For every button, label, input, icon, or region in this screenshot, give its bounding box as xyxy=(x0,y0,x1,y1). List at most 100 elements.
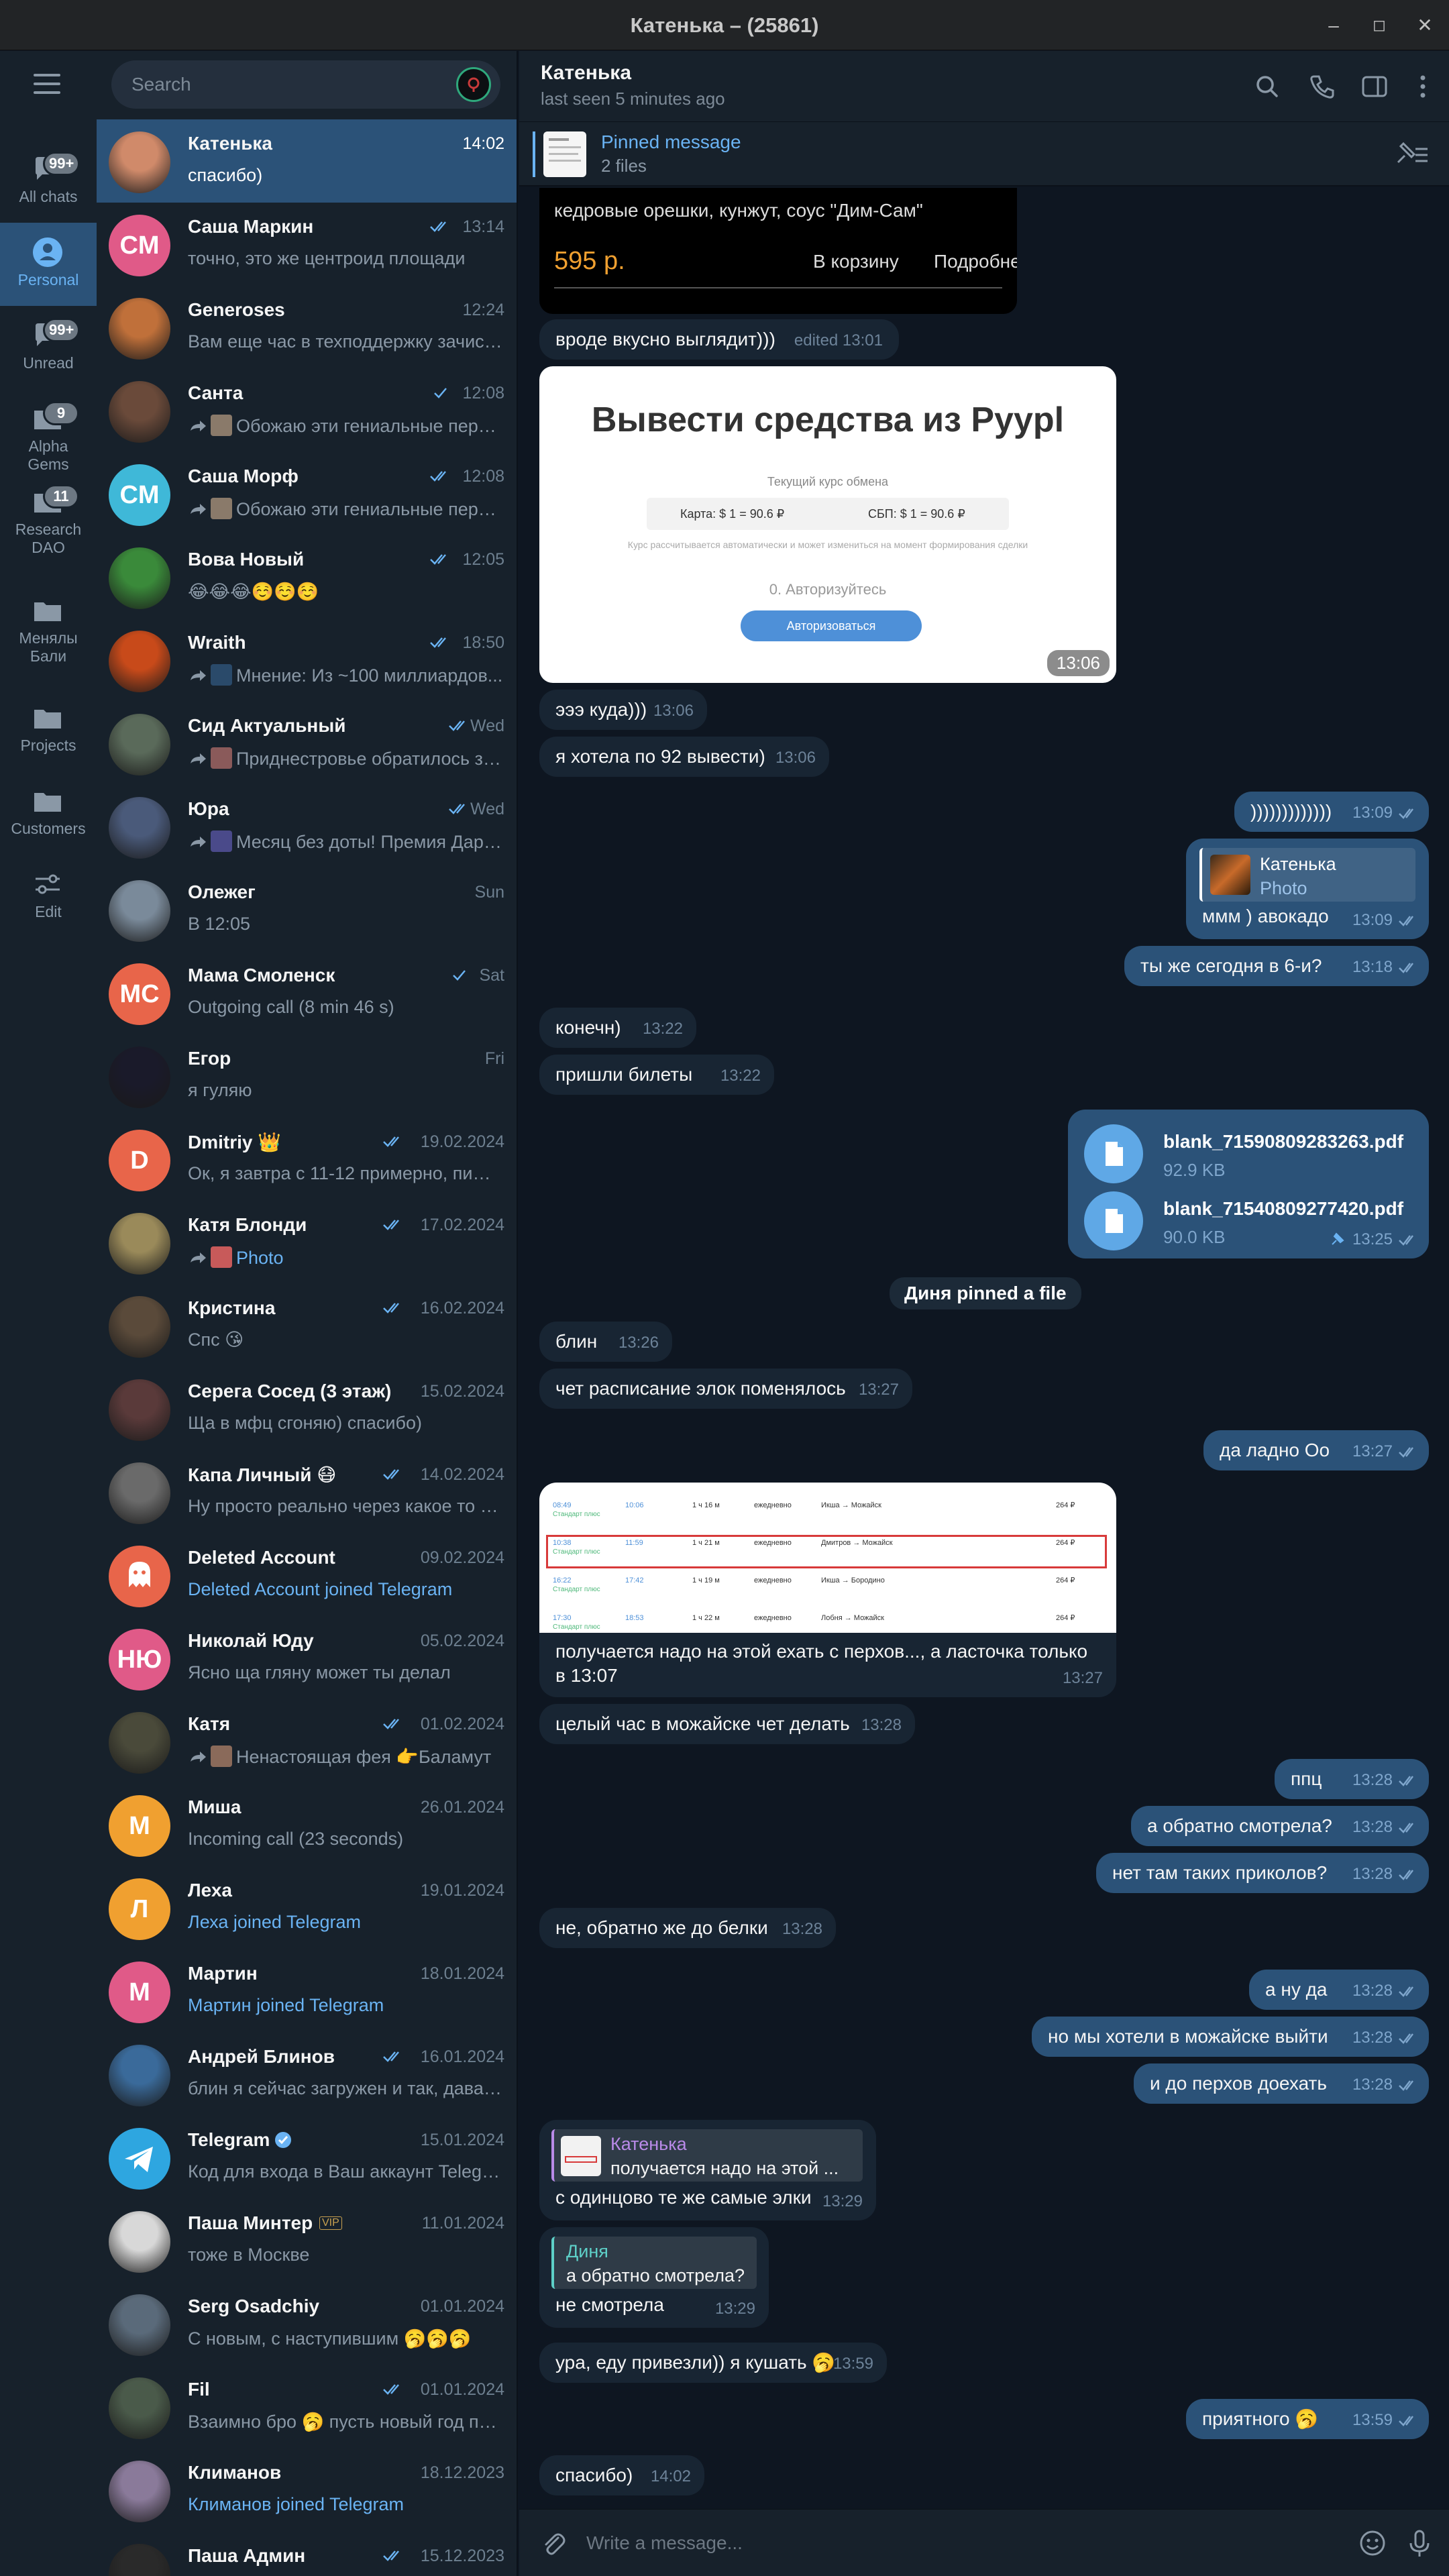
message-out[interactable]: ппц 13:28 xyxy=(1275,1759,1429,1799)
pinned-list-icon[interactable] xyxy=(1391,137,1432,170)
search-icon[interactable] xyxy=(1249,68,1285,105)
chat-list-item[interactable]: Климанов 18.12.2023 Климанов joined Telegr… xyxy=(97,2449,517,2532)
message-out[interactable]: да ладно Оо 13:27 xyxy=(1203,1430,1429,1470)
pinned-message-bar[interactable]: Pinned message 2 files xyxy=(519,122,1449,186)
chat-list-item[interactable]: Капа Личный 😷 14.02.2024 Ну просто реально… xyxy=(97,1450,517,1534)
message-in[interactable]: блин 13:26 xyxy=(539,1322,672,1362)
emoji-icon[interactable] xyxy=(1355,2526,1390,2561)
folder-personal[interactable]: Personal xyxy=(0,223,97,306)
close-button[interactable]: ✕ xyxy=(1406,0,1444,50)
folder-research-dao[interactable]: Research DAO 11 xyxy=(0,472,97,573)
message-in[interactable]: целый час в можайске чет делать 13:28 xyxy=(539,1704,915,1744)
chat-list-item[interactable]: Паша Минтер VIP 11.01.2024 тоже в Москве xyxy=(97,2199,517,2282)
message-out[interactable]: приятного 🥱 13:59 xyxy=(1186,2399,1429,2439)
chat-preview: В 12:05 xyxy=(188,914,503,934)
chat-list-item[interactable]: Л Леха 19.01.2024 Леха joined Telegram xyxy=(97,1866,517,1949)
chat-time: 12:05 xyxy=(462,550,504,569)
message-out[interactable]: но мы хотели в можайске выйти 13:28 xyxy=(1032,2017,1429,2057)
message-in[interactable]: ура, еду привезли)) я кушать 🥱 13:59 xyxy=(539,2343,887,2383)
chat-list-item[interactable]: НЮ Николай Юду 05.02.2024 Ясно ща гляну мож… xyxy=(97,1617,517,1700)
message-out-reply[interactable]: Катенька Photo ммм ) авокадо 13:09 xyxy=(1186,839,1429,939)
message-in[interactable]: не, обратно же до белки 13:28 xyxy=(539,1908,836,1948)
document-icon[interactable] xyxy=(1084,1124,1143,1183)
chat-list-item[interactable]: Санта 12:08 Обожаю эти гениальные переводы xyxy=(97,369,517,452)
reply-quote[interactable]: Катенька Photo xyxy=(1199,848,1415,902)
minimize-button[interactable]: – xyxy=(1315,0,1352,50)
message-input[interactable] xyxy=(586,2523,1324,2563)
search-input[interactable] xyxy=(131,60,447,109)
more-options-icon[interactable] xyxy=(1405,68,1441,105)
microphone-icon[interactable] xyxy=(1402,2526,1437,2561)
chat-list-item[interactable]: Серега Сосед (3 этаж) 15.02.2024 Ща в мфц … xyxy=(97,1367,517,1450)
sidebar-toggle-icon[interactable] xyxy=(1356,68,1393,105)
chat-list-item[interactable]: Катя Блонди 17.02.2024 Photo xyxy=(97,1201,517,1284)
folder-customers[interactable]: Customers xyxy=(0,771,97,855)
chat-header[interactable]: Катенька last seen 5 minutes ago xyxy=(519,51,1449,122)
chat-list-item[interactable]: Serg Osadchiy 01.01.2024 С новым, с наступ… xyxy=(97,2282,517,2365)
schedule-cell: 1 ч 19 м xyxy=(692,1576,720,1585)
folder-менялы-бали[interactable]: Менялы Бали xyxy=(0,581,97,682)
message-in-photo[interactable]: 08:49 10:06 1 ч 16 м ежедневно Икша → Можайс… xyxy=(539,1483,1116,1697)
chat-list-item[interactable]: Юра Wed Месяц без доты! Премия Дарвина xyxy=(97,785,517,868)
message-in-reply[interactable]: Диня а обратно смотрела? не смотрела 13:… xyxy=(539,2227,769,2328)
account-status-icon[interactable] xyxy=(456,67,491,102)
message-time: 13:28 xyxy=(1352,1982,1393,2000)
search-box[interactable] xyxy=(111,60,500,109)
schedule-image[interactable]: 08:49 10:06 1 ч 16 м ежедневно Икша → Можайс… xyxy=(539,1483,1116,1633)
maximize-button[interactable]: ◻ xyxy=(1360,0,1398,50)
chat-list-item[interactable]: Андрей Блинов 16.01.2024 блин я сейчас заг… xyxy=(97,2033,517,2116)
chat-list-item[interactable]: Telegram 15.01.2024 Код для входа в Ваш ак… xyxy=(97,2116,517,2199)
message-in[interactable]: пришли билеты 13:22 xyxy=(539,1055,774,1095)
chat-title[interactable]: Катенька xyxy=(541,62,631,85)
message-in[interactable]: эээ куда))) 13:06 xyxy=(539,690,707,730)
chat-list-item[interactable]: Егор Fri я гуляю xyxy=(97,1034,517,1118)
chat-list-item[interactable]: Сид Актуальный Wed Приднестровье обратилос… xyxy=(97,702,517,785)
message-out[interactable]: а обратно смотрела? 13:28 xyxy=(1131,1806,1429,1846)
phone-icon[interactable] xyxy=(1304,68,1340,105)
document-icon[interactable] xyxy=(1084,1191,1143,1250)
product-card-image[interactable]: кедровые орешки, кунжут, соус "Дим-Сам" … xyxy=(539,188,1017,314)
message-time: 13:27 xyxy=(858,1381,899,1399)
folder-alpha-gems[interactable]: Alpha Gems 9 xyxy=(0,389,97,473)
chat-list-item[interactable]: CM Саша Морф 12:08 Обожаю эти гениальные пе… xyxy=(97,452,517,535)
chat-list-item[interactable]: Generoses 12:24 Вам еще час в техподдержку… xyxy=(97,286,517,369)
reply-quote[interactable]: Катенька получается надо на этой ... xyxy=(551,2129,863,2182)
message-in[interactable]: чет расписание элок поменялось 13:27 xyxy=(539,1368,912,1409)
chat-list-item[interactable]: MC Мама Смоленск Sat Outgoing call (8 min 4… xyxy=(97,951,517,1034)
attach-icon[interactable] xyxy=(535,2526,570,2561)
chat-list-item[interactable]: Fil 01.01.2024 Взаимно бро 🥱 пусть новый г… xyxy=(97,2365,517,2449)
folder-projects[interactable]: Projects xyxy=(0,688,97,771)
chat-time: 12:24 xyxy=(462,301,504,319)
message-in[interactable]: спасибо) 14:02 xyxy=(539,2455,704,2496)
message-in[interactable]: я хотела по 92 вывести) 13:06 xyxy=(539,737,829,777)
folder-edit[interactable]: Edit xyxy=(0,855,97,938)
chat-list-item[interactable]: Катя 01.02.2024 Ненастоящая фея 👉Баламут xyxy=(97,1700,517,1783)
pyypl-screenshot-image[interactable]: Вывести средства из Pyypl Текущий курс о… xyxy=(539,366,1116,683)
message-out[interactable]: а ну да 13:28 xyxy=(1249,1970,1429,2010)
folder-all-chats[interactable]: All chats 99+ xyxy=(0,140,97,223)
chat-list-item[interactable]: Олежег Sun В 12:05 xyxy=(97,868,517,951)
chat-list-item[interactable]: Паша Админ 15.12.2023 xyxy=(97,2532,517,2576)
file-attachment[interactable]: blank_71590809283263.pdf 92.9 KB xyxy=(1084,1124,1419,1185)
chat-list-item[interactable]: M Мартин 18.01.2024 Мартин joined Telegram xyxy=(97,1949,517,2033)
chat-list-item[interactable]: Катенька 14:02 спасибо) xyxy=(97,119,517,203)
message-in[interactable]: вроде вкусно выглядит))) edited 13:01 xyxy=(539,319,899,360)
message-in[interactable]: конечн) 13:22 xyxy=(539,1008,696,1048)
message-out[interactable]: нет там таких приколов? 13:28 xyxy=(1096,1853,1429,1893)
message-out[interactable]: и до перхов доехать 13:28 xyxy=(1134,2063,1429,2104)
message-in-reply[interactable]: Катенька получается надо на этой ... с о… xyxy=(539,2120,876,2220)
chat-list-item[interactable]: Вова Новый 12:05 😂😂😂☺️☺️☺️ xyxy=(97,535,517,619)
hamburger-menu-icon[interactable] xyxy=(34,74,60,94)
chat-list-item[interactable]: Кристина 16.02.2024 Спс 😘 xyxy=(97,1284,517,1367)
folder-unread[interactable]: Unread 99+ xyxy=(0,306,97,389)
chat-list-item[interactable]: M Миша 26.01.2024 Incoming call (23 seconds… xyxy=(97,1783,517,1866)
message-out[interactable]: ))))))))))))) 13:09 xyxy=(1234,792,1429,832)
chat-list-item[interactable]: D Dmitriy 👑 19.02.2024 Ок, я завтра с 11-12… xyxy=(97,1118,517,1201)
message-history[interactable]: кедровые орешки, кунжут, соус "Дим-Сам" … xyxy=(519,188,1449,2509)
chat-list-item[interactable]: Deleted Account 09.02.2024 Deleted Account… xyxy=(97,1534,517,1617)
message-out[interactable]: ты же сегодня в 6-и? 13:18 xyxy=(1124,946,1429,986)
chat-list-item[interactable]: Wraith 18:50 Мнение: Из ~100 миллиардов... xyxy=(97,619,517,702)
chat-list-item[interactable]: CM Саша Маркин 13:14 точно, это же центроид… xyxy=(97,203,517,286)
reply-quote[interactable]: Диня а обратно смотрела? xyxy=(551,2237,757,2289)
files-message[interactable]: blank_71590809283263.pdf 92.9 KB blank_7… xyxy=(1068,1110,1429,1258)
